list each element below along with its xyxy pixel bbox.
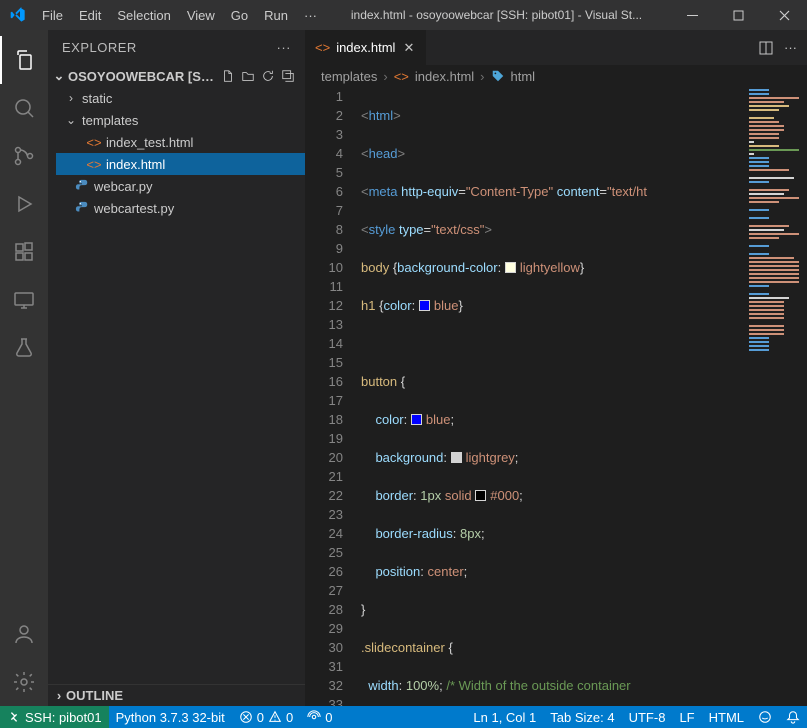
html-file-icon: <> [394,69,409,84]
settings-icon[interactable] [0,658,48,706]
tree-item-label: templates [82,113,138,128]
account-icon[interactable] [0,610,48,658]
html-file-icon: <> [86,157,102,172]
vscode-logo-icon [0,7,35,23]
breadcrumb-segment[interactable]: index.html [415,69,474,84]
window-controls [669,0,807,30]
chevron-right-icon: › [64,91,78,105]
sidebar-more-icon[interactable]: ··· [277,40,292,55]
maximize-button[interactable] [715,0,761,30]
chevron-down-icon: ⌄ [52,68,66,84]
file-tree: › static ⌄ templates <> index_test.html … [48,87,305,219]
close-icon[interactable]: ✕ [401,38,416,58]
cursor-position[interactable]: Ln 1, Col 1 [466,706,543,728]
python-file-icon [74,179,90,193]
html-file-icon: <> [86,135,102,150]
tree-folder-static[interactable]: › static [56,87,305,109]
editor-area: <> index.html ✕ ··· templates › <> index… [305,30,807,706]
tree-item-label: index_test.html [106,135,193,150]
menu-selection[interactable]: Selection [110,4,177,27]
remote-explorer-icon[interactable] [0,276,48,324]
language-mode[interactable]: HTML [702,706,751,728]
project-name: OSOYOOWEBCAR [SSH: ... [68,69,219,84]
tree-file-index-test[interactable]: <> index_test.html [56,131,305,153]
chevron-right-icon: › [383,69,387,84]
tree-file-webcartest[interactable]: webcartest.py [56,197,305,219]
problems-status[interactable]: 0 0 [232,706,300,728]
extensions-icon[interactable] [0,228,48,276]
sidebar-title: EXPLORER ··· [48,30,305,65]
status-bar: SSH: pibot01 Python 3.7.3 32-bit 0 0 0 L… [0,706,807,728]
eol[interactable]: LF [672,706,701,728]
chevron-down-icon: ⌄ [64,113,78,127]
explorer-icon[interactable] [0,36,48,84]
remote-status[interactable]: SSH: pibot01 [0,706,109,728]
line-gutter: 1234567891011121314151617181920212223242… [305,87,361,706]
sidebar: EXPLORER ··· ⌄ OSOYOOWEBCAR [SSH: ... › … [48,30,305,706]
minimize-button[interactable] [669,0,715,30]
refresh-icon[interactable] [261,69,275,83]
html-file-icon: <> [315,40,330,55]
tree-file-webcar[interactable]: webcar.py [56,175,305,197]
main-menu: File Edit Selection View Go Run ··· [35,4,324,27]
menu-view[interactable]: View [180,4,222,27]
port-status[interactable]: 0 [300,706,339,728]
outline-header[interactable]: › OUTLINE [48,684,305,706]
tag-icon [491,69,505,83]
outline-label: OUTLINE [66,688,123,703]
menu-run[interactable]: Run [257,4,295,27]
menu-edit[interactable]: Edit [72,4,108,27]
tabs-row: <> index.html ✕ ··· [305,30,807,65]
menu-more[interactable]: ··· [297,4,324,27]
breadcrumb[interactable]: templates › <> index.html › html [305,65,807,87]
remote-label: SSH: pibot01 [25,710,102,725]
window-title: index.html - osoyoowebcar [SSH: pibot01]… [324,8,669,22]
tab-size[interactable]: Tab Size: 4 [543,706,621,728]
new-file-icon[interactable] [221,69,235,83]
notifications-icon[interactable] [779,706,807,728]
titlebar: File Edit Selection View Go Run ··· inde… [0,0,807,30]
tab-label: index.html [336,40,395,55]
tree-item-label: webcartest.py [94,201,174,216]
tab-index-html[interactable]: <> index.html ✕ [305,30,427,65]
tree-item-label: webcar.py [94,179,153,194]
chevron-right-icon: › [52,688,66,703]
tree-file-index[interactable]: <> index.html [56,153,305,175]
source-control-icon[interactable] [0,132,48,180]
collapse-icon[interactable] [281,69,295,83]
menu-go[interactable]: Go [224,4,255,27]
more-actions-icon[interactable]: ··· [784,40,797,55]
activity-bar [0,30,48,706]
tree-item-label: index.html [106,157,165,172]
run-debug-icon[interactable] [0,180,48,228]
code-editor[interactable]: 1234567891011121314151617181920212223242… [305,87,807,706]
new-folder-icon[interactable] [241,69,255,83]
chevron-right-icon: › [480,69,484,84]
python-file-icon [74,201,90,215]
breadcrumb-segment[interactable]: html [511,69,536,84]
project-header[interactable]: ⌄ OSOYOOWEBCAR [SSH: ... [48,65,305,87]
code-content[interactable]: <html> <head> <meta http-equiv="Content-… [361,87,747,706]
tree-folder-templates[interactable]: ⌄ templates [56,109,305,131]
split-editor-icon[interactable] [758,40,774,56]
sidebar-title-label: EXPLORER [62,40,137,55]
menu-file[interactable]: File [35,4,70,27]
breadcrumb-segment[interactable]: templates [321,69,377,84]
close-button[interactable] [761,0,807,30]
minimap[interactable] [747,87,807,706]
feedback-icon[interactable] [751,706,779,728]
encoding[interactable]: UTF-8 [622,706,673,728]
tree-item-label: static [82,91,112,106]
python-version[interactable]: Python 3.7.3 32-bit [109,706,232,728]
search-icon[interactable] [0,84,48,132]
testing-icon[interactable] [0,324,48,372]
